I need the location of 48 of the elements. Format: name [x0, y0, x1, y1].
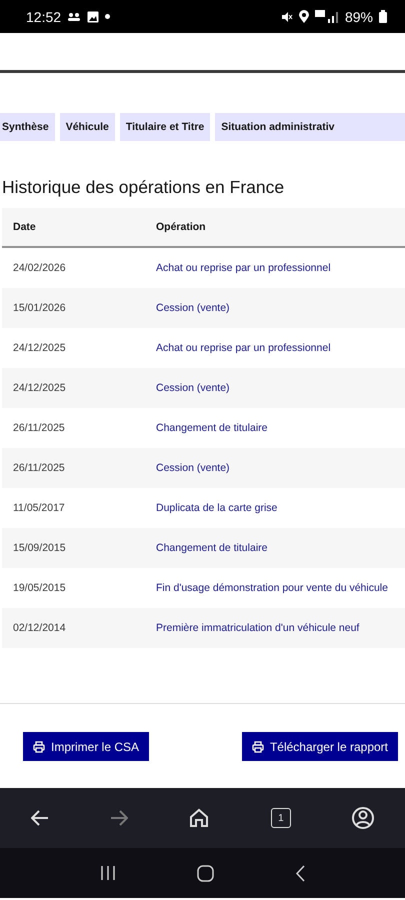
- date-cell-text: 11/05/2017: [12, 502, 66, 514]
- operation-cell: Cession (vente): [156, 462, 230, 474]
- date-cell-text: 19/05/2015: [12, 582, 67, 594]
- operation-cell: Fin d'usage démonstration pour vente du véhicule: [156, 582, 388, 594]
- column-header: Opération: [156, 221, 206, 233]
- operation-cell: Changement de titulaire: [156, 542, 268, 554]
- printer-icon: [33, 740, 45, 752]
- date-cell-text: 24/02/2026: [12, 262, 67, 274]
- operation-cell: Cession (vente): [156, 302, 230, 314]
- tab[interactable]: Synthèse: [0, 113, 55, 141]
- signal-icon: [314, 10, 339, 23]
- tab[interactable]: Titulaire et Titre: [120, 113, 210, 141]
- date-cell-text: 15/01/2026: [12, 302, 67, 314]
- operation-cell: Duplicata de la carte grise: [156, 502, 278, 514]
- print-button[interactable]: Télécharger le rapport: [242, 732, 398, 761]
- operation-cell: Première immatriculation d'un véhicule neuf: [156, 622, 360, 634]
- printer-icon: [252, 740, 264, 752]
- back-arrow-icon[interactable]: [30, 810, 49, 826]
- date-cell-text: 15/09/2015: [12, 542, 67, 554]
- section-title: Historique des opérations en France: [2, 177, 286, 198]
- recents-icon[interactable]: [100, 865, 116, 881]
- image-icon: [87, 10, 100, 22]
- home-icon[interactable]: [189, 808, 210, 828]
- date-cell-text: 26/11/2025: [12, 422, 66, 434]
- mute-icon: [280, 10, 293, 22]
- forward-arrow-icon[interactable]: [110, 810, 128, 826]
- battery-icon: [379, 10, 387, 23]
- column-header: Date: [12, 221, 37, 233]
- people-icon: [67, 12, 82, 22]
- tab-count[interactable]: 1: [270, 808, 291, 828]
- battery-percent: 89%: [344, 8, 373, 24]
- date-cell-text: 24/12/2025: [12, 382, 67, 394]
- dot-icon: [105, 14, 110, 19]
- date-cell-text: 02/12/2014: [12, 622, 67, 634]
- tab[interactable]: Véhicule: [60, 113, 115, 141]
- operation-cell: Achat ou reprise par un professionnel: [156, 262, 331, 274]
- operation-cell: Changement de titulaire: [156, 422, 268, 434]
- print-button[interactable]: Imprimer le CSA: [23, 732, 150, 761]
- date-cell-text: 26/11/2025: [12, 462, 66, 474]
- operation-cell: Cession (vente): [156, 382, 230, 394]
- back-icon[interactable]: [294, 864, 305, 882]
- home-button-icon[interactable]: [196, 864, 214, 882]
- date-cell-text: 24/12/2025: [12, 342, 67, 354]
- clock: 12:52: [26, 8, 62, 24]
- location-icon: [298, 10, 309, 23]
- account-icon[interactable]: [352, 807, 374, 829]
- operation-cell: Achat ou reprise par un professionnel: [156, 342, 331, 354]
- tab[interactable]: Situation administrativ: [215, 113, 405, 141]
